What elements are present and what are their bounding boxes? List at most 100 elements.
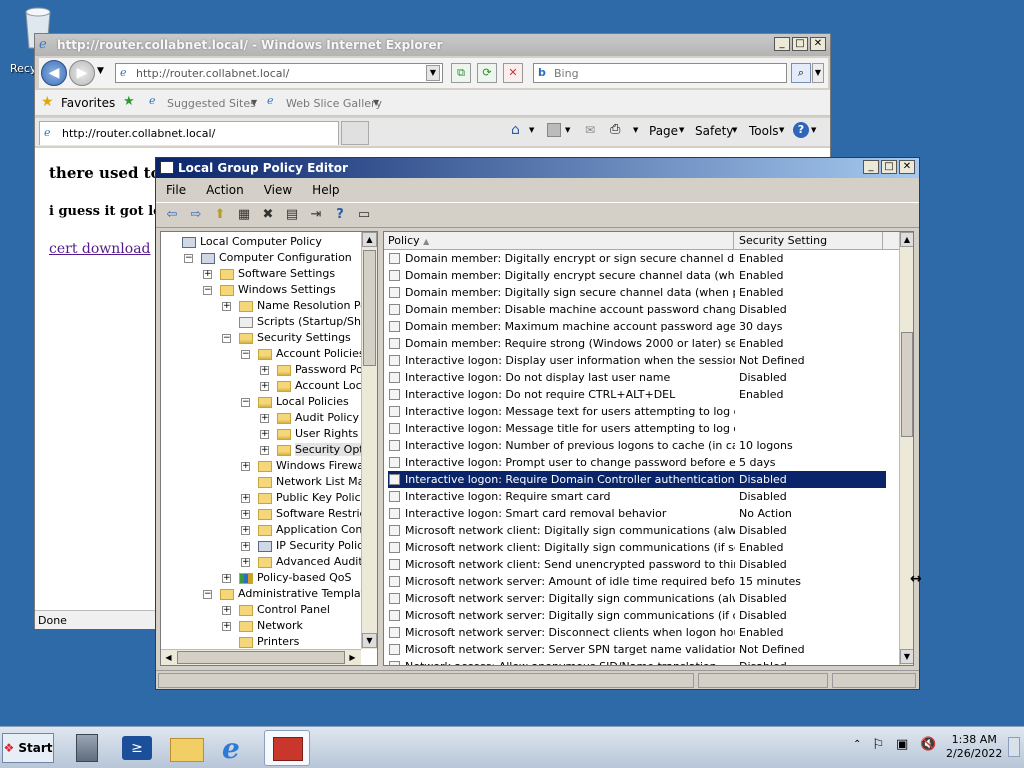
expand-icon[interactable]: + bbox=[260, 381, 269, 391]
policy-row[interactable]: Microsoft network server: Digitally sign… bbox=[388, 607, 886, 624]
address-dropdown-icon[interactable]: ▼ bbox=[426, 65, 440, 81]
expand-icon[interactable]: + bbox=[260, 365, 269, 375]
collapse-icon[interactable]: − bbox=[222, 333, 231, 343]
column-policy-header[interactable]: Policy ▲ bbox=[388, 234, 429, 247]
navigation-tree[interactable]: Local Computer Policy − Computer Configura… bbox=[160, 231, 378, 666]
close-button[interactable]: ✕ bbox=[810, 37, 826, 51]
policy-row[interactable]: Interactive logon: Smart card removal be… bbox=[388, 505, 886, 522]
show-hide-tree-icon[interactable]: ▦ bbox=[234, 206, 254, 224]
policy-row[interactable]: Network access: Allow anonymous SID/Name… bbox=[388, 658, 886, 665]
list-scroll-down-icon[interactable]: ▼ bbox=[900, 649, 913, 664]
column-setting-header[interactable]: Security Setting bbox=[739, 234, 827, 247]
policy-row[interactable]: Interactive logon: Prompt user to change… bbox=[388, 454, 886, 471]
search-icon[interactable]: ⌕ bbox=[791, 63, 811, 83]
tree-node[interactable]: Printers bbox=[222, 634, 299, 650]
menu-action[interactable]: Action bbox=[196, 183, 254, 197]
tree-node[interactable]: + Control Panel bbox=[222, 602, 330, 618]
explorer-taskbar-button[interactable] bbox=[164, 730, 210, 766]
policy-row[interactable]: Interactive logon: Message title for use… bbox=[388, 420, 886, 437]
expand-icon[interactable]: + bbox=[241, 541, 250, 551]
extended-view-icon[interactable]: ▭ bbox=[354, 206, 374, 224]
search-input[interactable]: b Bing bbox=[533, 63, 787, 83]
expand-icon[interactable]: + bbox=[241, 493, 250, 503]
address-input[interactable]: ℯ http://router.collabnet.local/ ▼ bbox=[115, 63, 443, 83]
minimize-button[interactable]: _ bbox=[774, 37, 790, 51]
tree-node[interactable]: + Policy-based QoS bbox=[222, 570, 352, 586]
expand-icon[interactable]: + bbox=[260, 413, 269, 423]
expand-icon[interactable]: + bbox=[222, 621, 231, 631]
back-button[interactable]: ◀ bbox=[41, 60, 67, 86]
collapse-icon[interactable]: − bbox=[203, 589, 212, 599]
start-button[interactable]: ❖ Start bbox=[2, 733, 54, 763]
help-toolbar-icon[interactable]: ? bbox=[330, 206, 350, 224]
policy-row[interactable]: Interactive logon: Number of previous lo… bbox=[388, 437, 886, 454]
policy-row[interactable]: Microsoft network server: Amount of idle… bbox=[388, 573, 886, 590]
menu-file[interactable]: File bbox=[156, 183, 196, 197]
web-slice-dropdown-icon[interactable]: ▼ bbox=[373, 98, 379, 107]
tree-node[interactable]: + Name Resolution Policy bbox=[222, 298, 377, 314]
expand-icon[interactable]: + bbox=[222, 301, 231, 311]
tree-vertical-scrollbar[interactable]: ▲ ▼ bbox=[361, 232, 377, 649]
expand-icon[interactable]: + bbox=[241, 557, 250, 567]
list-scroll-thumb[interactable] bbox=[901, 332, 913, 437]
favorites-button[interactable]: Favorites bbox=[61, 96, 115, 110]
properties-icon[interactable]: ▤ bbox=[282, 206, 302, 224]
mail-icon[interactable]: ✉ bbox=[585, 123, 595, 137]
add-to-favorites-icon[interactable]: ★ bbox=[123, 94, 135, 109]
policy-row[interactable]: Microsoft network server: Disconnect cli… bbox=[388, 624, 886, 641]
expand-icon[interactable]: + bbox=[203, 269, 212, 279]
gpo-maximize-button[interactable]: □ bbox=[881, 160, 897, 174]
gpedit-taskbar-button[interactable] bbox=[264, 730, 310, 766]
back-arrow-icon[interactable]: ⇦ bbox=[162, 206, 182, 224]
web-slice-gallery-link[interactable]: Web Slice Gallery bbox=[286, 97, 382, 110]
compatibility-view-icon[interactable]: ⧉ bbox=[451, 63, 471, 83]
gpo-minimize-button[interactable]: _ bbox=[863, 160, 879, 174]
tab-router[interactable]: ℯ http://router.collabnet.local/ bbox=[39, 121, 339, 145]
stop-icon[interactable]: ✕ bbox=[503, 63, 523, 83]
expand-icon[interactable]: + bbox=[241, 461, 250, 471]
home-dropdown-icon[interactable]: ▼ bbox=[529, 126, 534, 134]
suggested-sites-dropdown-icon[interactable]: ▼ bbox=[251, 98, 257, 107]
expand-icon[interactable]: + bbox=[260, 445, 269, 455]
tools-menu[interactable]: Tools bbox=[749, 124, 779, 138]
ie-taskbar-button[interactable]: ℯ bbox=[214, 730, 260, 766]
menu-view[interactable]: View bbox=[254, 183, 302, 197]
expand-icon[interactable]: + bbox=[222, 605, 231, 615]
clock[interactable]: 1:38 AM 2/26/2022 bbox=[946, 733, 1002, 761]
tree-hscroll-thumb[interactable] bbox=[177, 651, 345, 664]
collapse-icon[interactable]: − bbox=[241, 349, 250, 359]
delete-icon[interactable]: ✖ bbox=[258, 206, 278, 224]
expand-icon[interactable]: + bbox=[241, 525, 250, 535]
policy-row[interactable]: Microsoft network client: Digitally sign… bbox=[388, 539, 886, 556]
tree-node[interactable]: Network List Manage bbox=[241, 474, 377, 490]
safety-menu[interactable]: Safety bbox=[695, 124, 733, 138]
forward-button[interactable]: ▶ bbox=[69, 60, 95, 86]
show-hidden-icons-icon[interactable]: ⌃ bbox=[853, 739, 861, 750]
policy-row[interactable]: Interactive logon: Require Domain Contro… bbox=[388, 471, 886, 488]
forward-arrow-icon[interactable]: ⇨ bbox=[186, 206, 206, 224]
list-scroll-up-icon[interactable]: ▲ bbox=[900, 232, 913, 247]
policy-row[interactable]: Domain member: Digitally encrypt or sign… bbox=[388, 250, 886, 267]
expand-icon[interactable]: + bbox=[260, 429, 269, 439]
policy-row[interactable]: Interactive logon: Require smart card Dis… bbox=[388, 488, 886, 505]
tree-scroll-right-icon[interactable]: ▶ bbox=[345, 650, 360, 665]
tree-node[interactable]: Scripts (Startup/Shutdow bbox=[222, 314, 377, 330]
refresh-icon[interactable]: ⟳ bbox=[477, 63, 497, 83]
tree-node[interactable]: +Advanced Audit Polic bbox=[241, 554, 377, 570]
tree-node[interactable]: Local Computer Policy bbox=[165, 234, 322, 250]
tree-scroll-down-icon[interactable]: ▼ bbox=[362, 633, 377, 648]
collapse-icon[interactable]: − bbox=[241, 397, 250, 407]
tree-node[interactable]: − Local Policies bbox=[241, 394, 349, 410]
tree-node[interactable]: − Security Settings bbox=[222, 330, 351, 346]
show-desktop-button[interactable] bbox=[1008, 737, 1020, 757]
policy-row[interactable]: Domain member: Disable machine account p… bbox=[388, 301, 886, 318]
policy-row[interactable]: Interactive logon: Message text for user… bbox=[388, 403, 886, 420]
export-list-icon[interactable]: ⇥ bbox=[306, 206, 326, 224]
expand-icon[interactable]: + bbox=[222, 573, 231, 583]
menu-help[interactable]: Help bbox=[302, 183, 349, 197]
network-icon[interactable]: ▣ bbox=[896, 737, 908, 752]
maximize-button[interactable]: □ bbox=[792, 37, 808, 51]
tree-node[interactable]: − Windows Settings bbox=[203, 282, 336, 298]
volume-muted-icon[interactable]: 🔇 bbox=[920, 737, 936, 752]
policy-row[interactable]: Microsoft network client: Send unencrypt… bbox=[388, 556, 886, 573]
